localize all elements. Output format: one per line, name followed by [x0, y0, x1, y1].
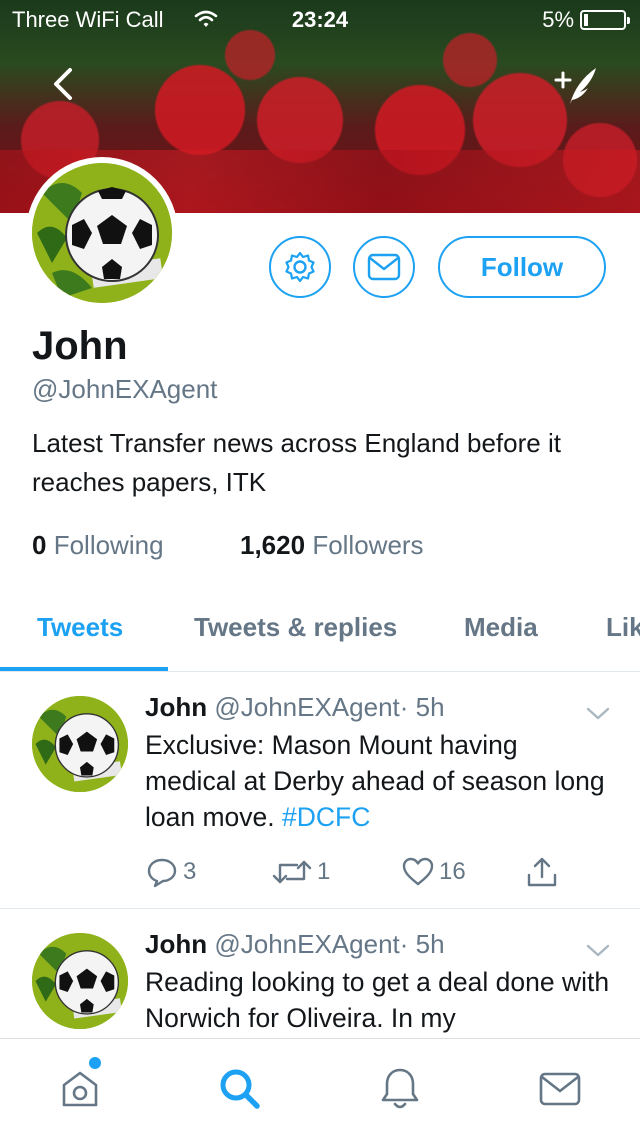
tweet-author-handle: @JohnEXAgent: [214, 929, 400, 959]
battery-percent: 5%: [542, 7, 574, 32]
tweet-item[interactable]: John @JohnEXAgent· 5h Reading looking to…: [0, 909, 640, 1038]
tab-home[interactable]: [56, 1065, 104, 1113]
tweet-time: · 5h: [399, 929, 445, 959]
notifications-bell-icon: [381, 1068, 419, 1109]
profile-avatar[interactable]: [26, 157, 178, 309]
tab-media[interactable]: Media: [464, 612, 538, 643]
chevron-down-icon[interactable]: [584, 704, 612, 724]
reply-icon: [147, 858, 177, 888]
tweet-header: John @JohnEXAgent· 5h: [145, 692, 445, 723]
tweet-text: Reading looking to get a deal done with …: [145, 967, 610, 1033]
soccer-ball-icon: [32, 933, 128, 1029]
tweet-avatar[interactable]: [32, 933, 128, 1029]
tweet-author-handle: @JohnEXAgent: [214, 692, 400, 722]
tweet-item[interactable]: John @JohnEXAgent· 5h Exclusive: Mason M…: [0, 672, 640, 909]
tab-messages[interactable]: [536, 1065, 584, 1113]
reply-count: 3: [183, 858, 197, 885]
tab-notifications[interactable]: [376, 1065, 424, 1113]
search-icon: [220, 1069, 260, 1109]
compose-tweet-icon[interactable]: [552, 62, 602, 108]
tweet-time: · 5h: [399, 692, 445, 722]
following-stat[interactable]: 0 Following: [32, 530, 164, 561]
tweet-avatar[interactable]: [32, 696, 128, 792]
hashtag-link[interactable]: #DCFC: [282, 802, 370, 832]
profile-handle: @JohnEXAgent: [32, 374, 218, 404]
like-button[interactable]: 16: [401, 852, 466, 892]
following-label: Following: [53, 530, 164, 560]
bottom-tab-bar: [0, 1038, 640, 1136]
tweet-body: Exclusive: Mason Mount having medical at…: [145, 730, 605, 832]
tweet-author-name[interactable]: John: [145, 929, 207, 959]
active-tab-indicator: [0, 667, 168, 671]
tweet-text: Exclusive: Mason Mount having medical at…: [145, 727, 615, 835]
settings-button[interactable]: [269, 236, 331, 298]
battery-level: [584, 14, 588, 26]
reply-button[interactable]: 3: [145, 852, 196, 892]
home-icon: [62, 1071, 98, 1107]
like-count: 16: [439, 858, 466, 885]
tab-tweets-replies[interactable]: Tweets & replies: [194, 612, 397, 643]
chevron-left-icon[interactable]: [44, 64, 84, 104]
envelope-icon: [367, 253, 401, 281]
tab-tweets[interactable]: Tweets: [37, 612, 123, 643]
followers-label: Followers: [312, 530, 424, 560]
home-notification-dot: [89, 1057, 101, 1069]
soccer-ball-icon: [32, 696, 128, 792]
tab-search[interactable]: [216, 1065, 264, 1113]
followers-count: 1,620: [240, 530, 306, 560]
retweet-count: 1: [317, 858, 331, 885]
retweet-icon: [272, 860, 312, 884]
followers-stat[interactable]: 1,620 Followers: [240, 530, 424, 561]
tab-likes[interactable]: Lik: [606, 612, 640, 643]
retweet-button[interactable]: 1: [271, 852, 330, 892]
tweet-actions: 3 1 16: [145, 852, 585, 892]
chevron-down-icon[interactable]: [584, 941, 612, 961]
following-count: 0: [32, 530, 47, 560]
profile-display-name: John: [32, 324, 128, 368]
soccer-ball-icon: [32, 163, 172, 303]
messages-envelope-icon: [539, 1072, 581, 1106]
profile-bio: Latest Transfer news across England befo…: [32, 428, 561, 497]
tweet-author-name[interactable]: John: [145, 692, 207, 722]
status-bar: Three WiFi Call 23:24 5%: [0, 0, 640, 40]
follow-button[interactable]: Follow: [438, 236, 606, 298]
profile-tabs: Tweets Tweets & replies Media Lik: [0, 590, 640, 672]
tweet-header: John @JohnEXAgent· 5h: [145, 929, 445, 960]
message-button[interactable]: [353, 236, 415, 298]
share-icon: [527, 857, 557, 887]
share-button[interactable]: [525, 852, 563, 892]
gear-icon: [285, 251, 315, 283]
heart-icon: [402, 857, 434, 886]
battery-icon: [580, 10, 630, 30]
